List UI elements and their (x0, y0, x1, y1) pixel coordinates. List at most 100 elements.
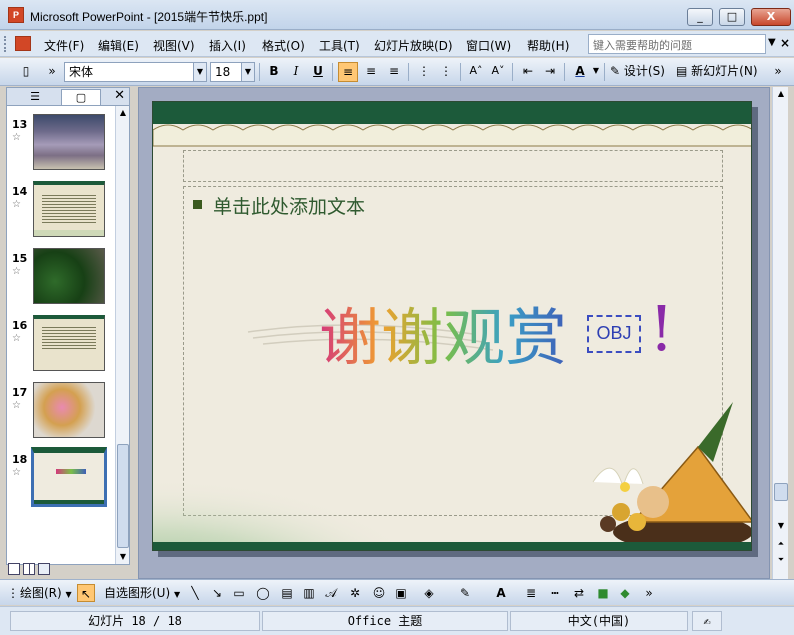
align-center-icon[interactable]: ≡ (361, 62, 381, 82)
slide-number: 18 (12, 453, 28, 466)
document-icon[interactable] (15, 36, 31, 51)
line-icon[interactable]: ╲ (186, 584, 204, 602)
slide-thumbnail[interactable]: 14 ☆ (7, 181, 115, 245)
menu-file[interactable]: 文件(F) (44, 37, 84, 54)
thumbnail-thanks-lines (56, 469, 86, 474)
line-color-icon[interactable]: ✎ (456, 584, 474, 602)
menu-window[interactable]: 窗口(W) (466, 37, 511, 54)
arrow-icon[interactable]: ↘ (208, 584, 226, 602)
3d-style-icon[interactable]: ◆ (616, 584, 634, 602)
slideshow-view-icon[interactable] (38, 563, 51, 575)
font-name-field[interactable]: 宋体 (64, 62, 194, 82)
toolbar-separator (259, 63, 260, 81)
powerpoint-app-icon[interactable]: P (8, 7, 24, 23)
arrow-style-icon[interactable]: ⇄ (570, 584, 588, 602)
line-style-icon[interactable]: ≣ (522, 584, 540, 602)
numbered-list-icon[interactable]: ⋮ (414, 62, 434, 82)
bullet-list-icon[interactable]: ⋮ (436, 62, 456, 82)
clipart-icon[interactable]: ☺ (370, 584, 388, 602)
autoshapes-menu-button[interactable]: 自选图形(U) ▼ (104, 584, 180, 602)
menu-tools[interactable]: 工具(T) (319, 37, 360, 54)
help-dropdown-icon[interactable]: ▼ (768, 37, 776, 48)
decrease-font-icon[interactable]: A˅ (488, 62, 508, 82)
toolbar-separator (564, 63, 565, 81)
next-slide-icon[interactable]: ⏷ (774, 553, 788, 567)
toolbar-separator (332, 63, 333, 81)
increase-font-icon[interactable]: A˄ (466, 62, 486, 82)
new-document-icon[interactable]: ▯ (16, 62, 36, 82)
diagram-icon[interactable]: ✲ (346, 584, 364, 602)
menubar-grip[interactable] (4, 36, 7, 52)
normal-view-icon[interactable] (8, 563, 20, 575)
select-pointer-icon[interactable]: ↖ (77, 584, 95, 602)
close-document-icon[interactable]: × (780, 36, 790, 50)
slide-thumbnail[interactable]: 13 ☆ (7, 114, 115, 178)
menu-format[interactable]: 格式(O) (262, 37, 305, 54)
oval-icon[interactable]: ◯ (254, 584, 272, 602)
current-slide[interactable]: 单击此处添加文本 谢谢观赏 OBJ ! (152, 101, 752, 551)
toolbar-overflow-icon[interactable]: » (640, 584, 658, 602)
tab-slides[interactable]: ▢ (61, 89, 101, 105)
scroll-up-icon[interactable]: ▲ (116, 106, 130, 120)
slide-thumbnail[interactable]: 16 ☆ (7, 315, 115, 379)
scroll-down-icon[interactable]: ▼ (774, 519, 788, 533)
help-search-input[interactable]: 键入需要帮助的问题 (588, 34, 766, 54)
increase-indent-icon[interactable]: ⇥ (540, 62, 560, 82)
italic-button[interactable]: I (286, 62, 306, 82)
scrollbar-thumb[interactable] (117, 444, 129, 548)
menu-slideshow[interactable]: 幻灯片放映(D) (374, 37, 453, 54)
slide-number: 15 (12, 252, 28, 265)
new-slide-button[interactable]: ▤ 新幻灯片(N) (676, 62, 762, 82)
formatting-toolbar: ▯ » 宋体 ▼ 18 ▼ B I U ≡ ≡ ≡ ⋮ ⋮ A˄ A˅ ⇤ ⇥ … (0, 58, 794, 86)
bold-button[interactable]: B (264, 62, 284, 82)
slides-pane-scrollbar[interactable]: ▲ ▼ (115, 106, 129, 564)
language-status[interactable]: 中文(中国) (510, 611, 688, 631)
restore-button[interactable]: □ (719, 8, 745, 26)
tab-outline[interactable]: ☰ (15, 89, 55, 105)
editor-vertical-scrollbar[interactable]: ▲ ▼ ⏶ ⏷ (772, 87, 788, 579)
menu-view[interactable]: 视图(V) (153, 37, 195, 54)
dash-style-icon[interactable]: ┅ (546, 584, 564, 602)
draw-menu-button[interactable]: 绘图(R) ▼ (20, 584, 72, 602)
pane-close-icon[interactable]: ✕ (114, 88, 125, 103)
close-window-button[interactable]: X (751, 8, 791, 26)
textbox-icon[interactable]: ▤ (278, 584, 296, 602)
slide-sorter-icon[interactable] (23, 563, 36, 575)
scrollbar-thumb[interactable] (774, 483, 788, 501)
font-color-button[interactable]: A (570, 62, 590, 82)
slides-pane: ☰ ▢ ✕ 13 ☆ 14 ☆ 15 ☆ 16 ☆ 17 ☆ 18 ☆ ▲ ▼ (6, 87, 130, 565)
menu-insert[interactable]: 插入(I) (209, 37, 246, 54)
wordart-icon[interactable]: 𝒜 (322, 584, 340, 602)
menu-edit[interactable]: 编辑(E) (98, 37, 139, 54)
slide-thumbnail[interactable]: 15 ☆ (7, 248, 115, 312)
scroll-down-icon[interactable]: ▼ (116, 550, 130, 564)
rectangle-icon[interactable]: ▭ (230, 584, 248, 602)
toolbar-options-icon[interactable]: » (42, 62, 62, 82)
underline-button[interactable]: U (308, 62, 328, 82)
align-left-icon[interactable]: ≡ (338, 62, 358, 82)
design-button[interactable]: ✎ 设计(S) (610, 62, 670, 82)
font-size-field[interactable]: 18 (210, 62, 242, 82)
spelling-status-icon[interactable]: ✍ (692, 611, 722, 631)
shadow-style-icon[interactable]: ■ (594, 584, 612, 602)
slide-thumbnail-image (33, 315, 105, 371)
vertical-textbox-icon[interactable]: ▥ (300, 584, 318, 602)
fill-color-icon[interactable]: ◈ (420, 584, 438, 602)
menu-help[interactable]: 帮助(H) (527, 37, 569, 54)
font-name-dropdown-icon[interactable]: ▼ (193, 62, 207, 82)
font-size-dropdown-icon[interactable]: ▼ (241, 62, 255, 82)
slide-thumbnail[interactable]: 17 ☆ (7, 382, 115, 446)
scroll-up-icon[interactable]: ▲ (774, 87, 788, 101)
toolbar-overflow-icon[interactable]: » (768, 62, 788, 82)
picture-icon[interactable]: ▣ (392, 584, 410, 602)
align-right-icon[interactable]: ≡ (384, 62, 404, 82)
font-color-dropdown-icon[interactable]: ▼ (591, 62, 601, 82)
decrease-indent-icon[interactable]: ⇤ (518, 62, 538, 82)
font-color-icon[interactable]: A (492, 584, 510, 602)
slide-thumbnail-image (31, 447, 107, 507)
minimize-button[interactable]: _ (687, 8, 713, 26)
new-slide-label: 新幻灯片(N) (691, 64, 758, 78)
previous-slide-icon[interactable]: ⏶ (774, 537, 788, 551)
slide-thumbnail-selected[interactable]: 18 ☆ (7, 447, 115, 513)
slide-thumbnail-image (33, 382, 105, 438)
